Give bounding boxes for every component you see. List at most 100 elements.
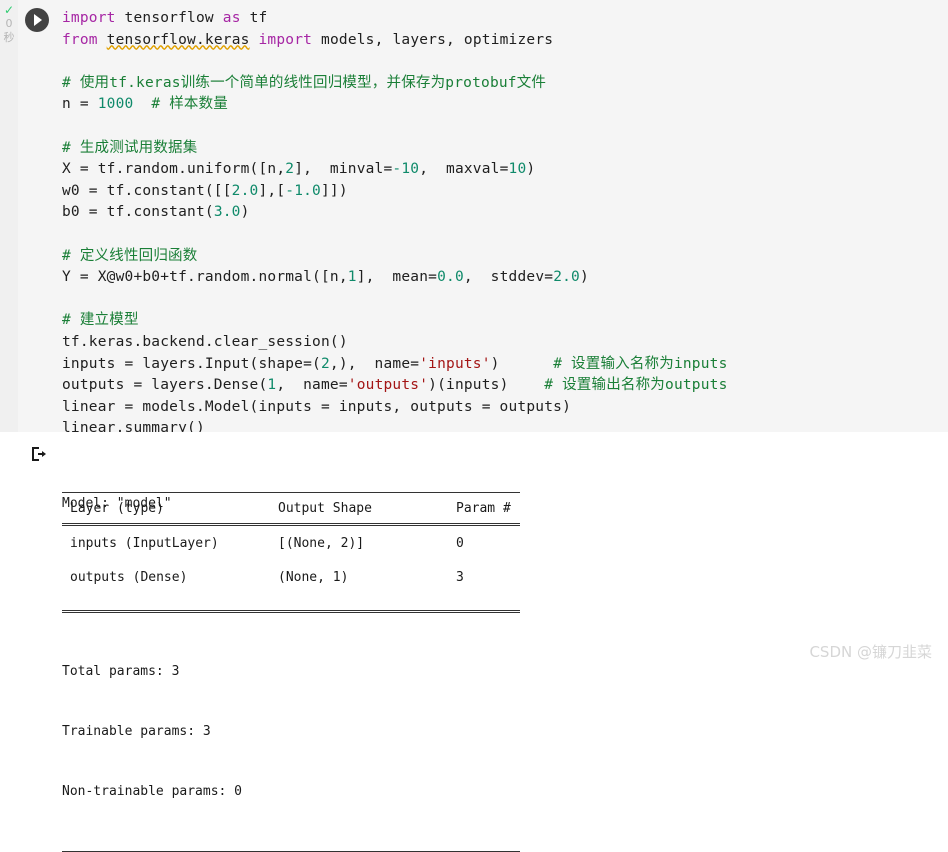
elapsed-time-value: 0 xyxy=(5,17,13,30)
run-cell-button[interactable] xyxy=(25,8,49,32)
code-token: 'inputs' xyxy=(419,355,491,372)
code-token: 2.0 xyxy=(231,182,259,199)
code-token: , name= xyxy=(276,377,348,394)
code-line: # 建立模型 xyxy=(62,310,942,332)
code-cell[interactable]: ✓ 0 秒 import tensorflow as tf from tensor… xyxy=(0,0,948,436)
code-token: 0.0 xyxy=(437,269,464,286)
cell-layer-name: inputs (InputLayer) xyxy=(70,535,219,551)
check-icon: ✓ xyxy=(3,3,15,17)
code-token: X = tf.random.uniform([n, xyxy=(62,161,286,178)
code-token: outputs = layers.Dense( xyxy=(62,377,268,394)
code-token: # 设置输入名称为inputs xyxy=(553,355,728,372)
column-header-output-shape: Output Shape xyxy=(278,500,372,516)
code-line: outputs = layers.Dense(1, name='outputs'… xyxy=(62,375,942,397)
output-arrow-icon xyxy=(32,447,46,461)
code-line: w0 = tf.constant([[2.0],[-1.0]]) xyxy=(62,181,942,203)
code-token: )(inputs) xyxy=(428,377,545,394)
code-token: b0 = tf.constant( xyxy=(62,204,214,221)
cell-layer-name: outputs (Dense) xyxy=(70,569,188,585)
code-token: ], minval= xyxy=(294,161,393,178)
code-editor[interactable]: import tensorflow as tf from tensorflow.k… xyxy=(62,8,942,440)
table-row: inputs (InputLayer) [(None, 2)] 0 xyxy=(62,526,520,560)
code-token: ) xyxy=(490,355,554,372)
cell-output-shape: (None, 1) xyxy=(278,569,349,585)
params-totals: Total params: 3 Trainable params: 3 Non-… xyxy=(62,613,520,851)
summary-spacer-top xyxy=(62,476,520,492)
code-token: ) xyxy=(526,161,536,178)
code-line: X = tf.random.uniform([n,2], minval=-10,… xyxy=(62,159,942,181)
code-token: n = xyxy=(62,96,98,113)
cell-output: Model: "model" Layer (type) Output Shape… xyxy=(0,432,948,852)
total-params: Total params: 3 xyxy=(62,664,180,679)
code-token: tensorflow.keras xyxy=(106,31,250,48)
code-line: n = 1000 # 样本数量 xyxy=(62,94,942,116)
code-token: 2.0 xyxy=(553,269,580,286)
code-token: from xyxy=(62,31,98,48)
code-token: # 建立模型 xyxy=(62,312,139,329)
code-token: 2 xyxy=(285,161,295,178)
code-token: linear = models.Model(inputs = inputs, o… xyxy=(62,398,571,415)
code-token: 10 xyxy=(508,161,527,178)
code-line: tf.keras.backend.clear_session() xyxy=(62,332,942,354)
code-token: -1.0 xyxy=(285,182,321,199)
play-icon xyxy=(34,14,42,26)
code-token: 'outputs' xyxy=(347,377,429,394)
code-token: w0 = tf.constant([[ xyxy=(62,182,232,199)
code-token: 1 xyxy=(347,269,357,286)
code-line: Y = X@w0+b0+tf.random.normal([n,1], mean… xyxy=(62,267,942,289)
code-token: 3.0 xyxy=(213,204,241,221)
code-line: import tensorflow as tf xyxy=(62,8,942,30)
code-line: linear = models.Model(inputs = inputs, o… xyxy=(62,397,942,419)
model-summary-table: Layer (type) Output Shape Param # inputs… xyxy=(62,476,520,852)
code-token: 1000 xyxy=(97,96,134,113)
code-token: import xyxy=(258,31,313,48)
code-token: models, layers, optimizers xyxy=(312,31,554,48)
code-token: , stddev= xyxy=(463,269,554,286)
code-token: # 使用tf.keras训练一个简单的线性回归模型，并保存为protobuf文件 xyxy=(62,74,547,91)
code-token: ],[ xyxy=(258,182,286,199)
code-token: # 定义线性回归函数 xyxy=(62,247,198,264)
code-token: tf.keras.backend.clear_session() xyxy=(62,333,348,350)
code-token: tensorflow xyxy=(115,10,223,26)
code-token: # 样本数量 xyxy=(151,96,229,113)
cell-param-count: 0 xyxy=(456,535,464,551)
cell-output-shape: [(None, 2)] xyxy=(278,535,365,551)
elapsed-time-unit: 秒 xyxy=(3,31,15,44)
code-token: Y = X@w0+b0+tf.random.normal([n, xyxy=(62,269,348,286)
cell-param-count: 3 xyxy=(456,569,464,585)
code-token: , maxval= xyxy=(419,161,509,178)
table-row: outputs (Dense) (None, 1) 3 xyxy=(62,560,520,594)
code-token: tf xyxy=(240,10,268,26)
code-token: -10 xyxy=(392,161,420,178)
code-token: ], mean= xyxy=(356,269,438,286)
code-token: ) xyxy=(240,204,250,221)
code-token: # 设置输出名称为outputs xyxy=(544,377,728,394)
trainable-params: Trainable params: 3 xyxy=(62,724,211,739)
code-token: as xyxy=(222,10,241,26)
code-token: 2 xyxy=(320,355,330,372)
summary-spacer-mid xyxy=(62,594,520,610)
code-token: inputs = layers.Input(shape=( xyxy=(62,355,321,372)
code-line: # 生成测试用数据集 xyxy=(62,138,942,160)
code-line: # 定义线性回归函数 xyxy=(62,246,942,268)
code-token: import xyxy=(62,10,116,26)
table-header-row: Layer (type) Output Shape Param # xyxy=(62,493,520,523)
code-token: ,), name= xyxy=(329,355,420,372)
watermark: CSDN @镰刀韭菜 xyxy=(809,643,932,661)
non-trainable-params: Non-trainable params: 0 xyxy=(62,784,243,799)
code-token: # 生成测试用数据集 xyxy=(62,139,198,156)
code-line: inputs = layers.Input(shape=(2,), name='… xyxy=(62,354,942,376)
code-line: # 使用tf.keras训练一个简单的线性回归模型，并保存为protobuf文件 xyxy=(62,73,942,95)
code-line: from tensorflow.keras import models, lay… xyxy=(62,30,942,52)
code-line: b0 = tf.constant(3.0) xyxy=(62,202,942,224)
cell-gutter: ✓ 0 秒 xyxy=(0,0,18,432)
column-header-param: Param # xyxy=(456,500,511,516)
code-token: ) xyxy=(579,269,589,286)
